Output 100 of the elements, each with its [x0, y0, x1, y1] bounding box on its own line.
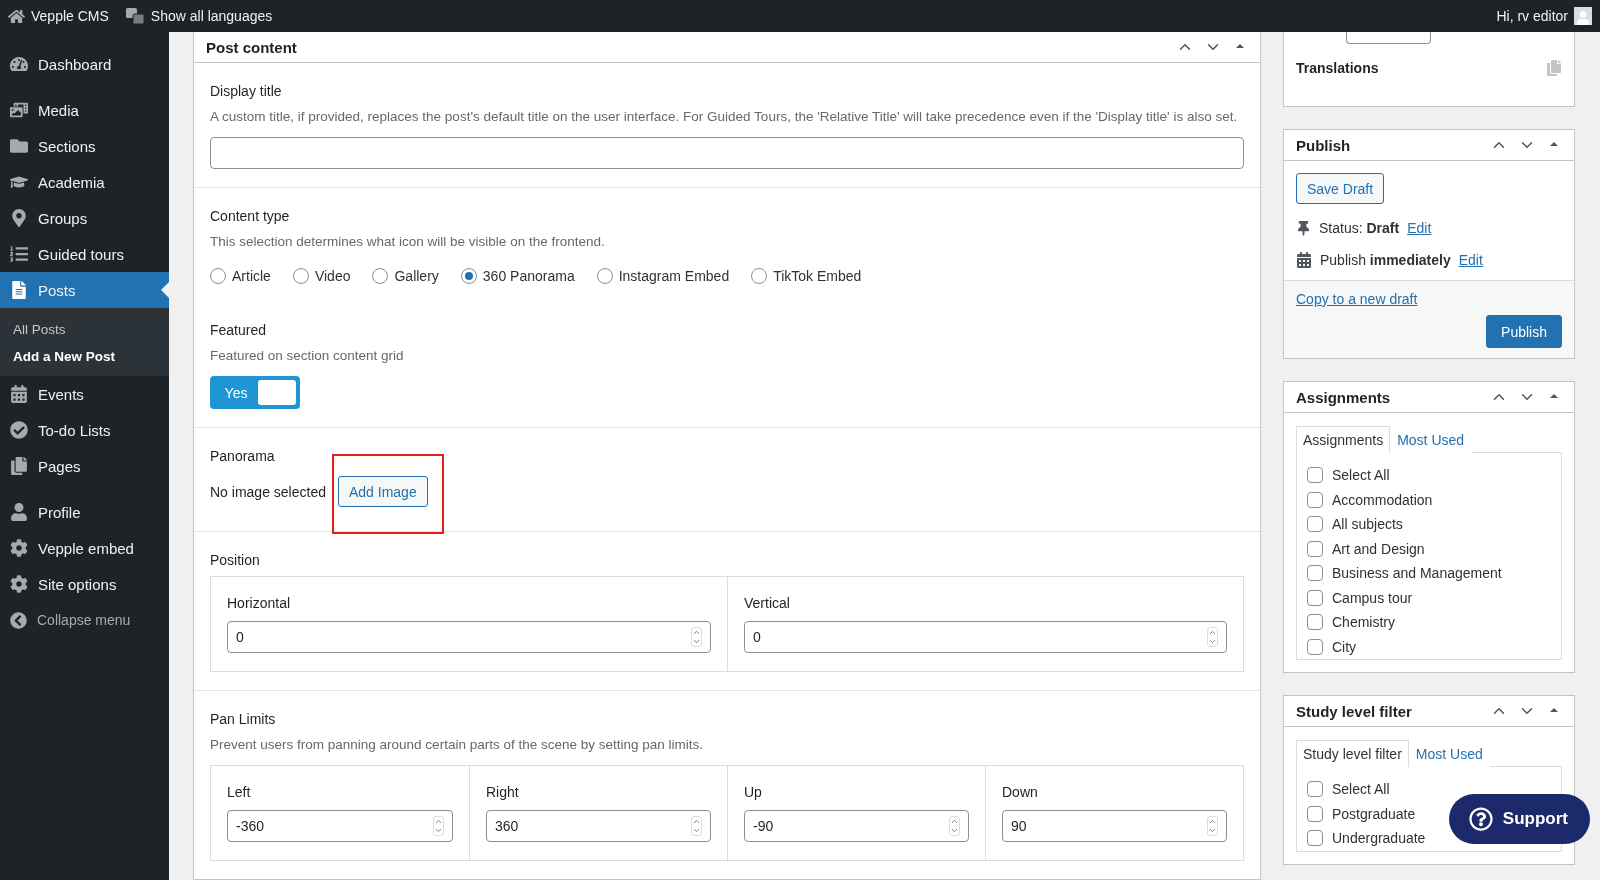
number-field[interactable]: -90	[744, 810, 969, 842]
translate-icon[interactable]	[124, 7, 145, 25]
menu-item[interactable]: Media	[0, 92, 169, 128]
folder-icon	[10, 137, 28, 155]
spinner-icon[interactable]	[691, 816, 702, 836]
calendar-icon	[1296, 252, 1312, 268]
number-field[interactable]: -360	[227, 810, 453, 842]
number-field[interactable]: 90	[1002, 810, 1227, 842]
checkbox[interactable]	[1307, 805, 1323, 822]
menu-item[interactable]: Posts	[0, 272, 169, 308]
checkbox-label: All subjects	[1332, 516, 1403, 533]
menu-item[interactable]: Pages	[0, 448, 169, 484]
languages-link[interactable]: Show all languages	[150, 8, 273, 24]
spinner-icon[interactable]	[949, 816, 960, 836]
translations-label: Translations	[1296, 60, 1379, 76]
field-label: Panorama	[210, 448, 276, 464]
support-button[interactable]: Support	[1448, 794, 1590, 844]
radio-label: Article	[232, 268, 271, 284]
help-icon	[1468, 807, 1493, 831]
menu-item[interactable]: To-do Lists	[0, 412, 169, 448]
edit-link[interactable]: Edit	[1407, 220, 1432, 236]
document-icon	[10, 281, 28, 299]
field-label: Display title	[210, 83, 283, 99]
field-description: Prevent users from panning around certain parts of the scene by setting pan limits.	[210, 736, 704, 754]
field-description: A custom title, if provided, replaces the post's default title on the user interface. For Guided Tours, the 'Relative Title' will take precedence even if the 'Display title' is also set.	[210, 108, 1239, 126]
tab[interactable]: Study level filter	[1296, 740, 1409, 767]
menu-item[interactable]: Groups	[0, 200, 169, 236]
checkbox[interactable]	[1307, 589, 1323, 606]
tab[interactable]: Assignments	[1296, 426, 1391, 453]
media-icon	[10, 101, 28, 119]
number-field[interactable]: 0	[227, 621, 711, 653]
checkbox[interactable]	[1307, 830, 1323, 847]
copy-icon[interactable]	[1546, 60, 1562, 76]
calendar-icon	[10, 385, 28, 403]
checkbox-label: Select All	[1332, 781, 1390, 798]
box-title: Post content	[206, 38, 298, 56]
menu-item[interactable]: Vepple embed	[0, 530, 169, 566]
spinner-icon[interactable]	[691, 627, 702, 647]
site-name[interactable]: Vepple CMS	[31, 8, 109, 24]
gear-icon	[10, 539, 28, 557]
field-label: Horizontal	[227, 595, 291, 611]
field-label: Content type	[210, 208, 291, 224]
checkbox-label: Campus tour	[1332, 589, 1413, 606]
field-label: Position	[210, 552, 261, 568]
menu-item[interactable]: Guided tours	[0, 236, 169, 272]
checkbox[interactable]	[1307, 491, 1323, 508]
menu-item[interactable]: Site options	[0, 566, 169, 602]
collapse-icon	[10, 611, 27, 629]
menu-item[interactable]: Events	[0, 376, 169, 412]
checkbox-label: City	[1332, 638, 1357, 655]
submenu-item[interactable]: Add a New Post	[0, 343, 169, 370]
status-text: Status: Draft	[1319, 220, 1400, 236]
gauge-icon	[10, 55, 28, 73]
checkbox[interactable]	[1307, 565, 1323, 582]
user-greeting[interactable]: Hi, rv editor	[1496, 8, 1568, 24]
display-title-input[interactable]	[210, 137, 1244, 169]
menu-item[interactable]: Sections	[0, 128, 169, 164]
box-title: Study level filter	[1296, 702, 1413, 720]
checkbox-label: Business and Management	[1332, 565, 1502, 582]
box-title: Publish	[1296, 136, 1352, 154]
checkbox[interactable]	[1307, 516, 1323, 533]
menu-item[interactable]: Profile	[0, 494, 169, 530]
field-label: Pan Limits	[210, 711, 277, 727]
checkbox-label: Accommodation	[1332, 491, 1433, 508]
spinner-icon[interactable]	[433, 816, 444, 836]
checkbox[interactable]	[1307, 467, 1323, 484]
edit-link[interactable]: Edit	[1458, 252, 1483, 268]
menu-item[interactable]: Dashboard	[0, 46, 169, 82]
checkbox-label: Art and Design	[1332, 540, 1425, 557]
checkbox[interactable]	[1307, 781, 1323, 798]
home-icon[interactable]	[8, 7, 25, 25]
checkbox[interactable]	[1307, 614, 1323, 631]
checkbox-label: Undergraduate	[1332, 830, 1426, 847]
field-label: Down	[1002, 784, 1038, 800]
radio-label: 360 Panorama	[482, 268, 575, 284]
checkbox-label: Chemistry	[1332, 614, 1395, 631]
menu-item[interactable]: Academia	[0, 164, 169, 200]
number-field[interactable]: 0	[744, 621, 1227, 653]
gear-icon	[10, 575, 28, 593]
submenu-item[interactable]: All Posts	[0, 316, 169, 343]
person-icon	[10, 503, 28, 521]
publish-button[interactable]: Publish	[1486, 315, 1562, 348]
spinner-icon[interactable]	[1207, 627, 1218, 647]
spinner-icon[interactable]	[1207, 816, 1218, 836]
collapse-menu[interactable]: Collapse menu	[0, 602, 169, 638]
number-field[interactable]: 360	[486, 810, 711, 842]
add-image-button[interactable]: Add Image	[337, 476, 428, 507]
language-select[interactable]	[1346, 32, 1431, 44]
save-draft-button[interactable]: Save Draft	[1296, 173, 1385, 204]
field-label: Up	[744, 784, 762, 800]
pages-icon	[10, 457, 28, 475]
radio-label: Instagram Embed	[618, 268, 730, 284]
box-title: Assignments	[1296, 388, 1392, 406]
checkbox[interactable]	[1307, 540, 1323, 557]
checkbox[interactable]	[1307, 638, 1323, 655]
checkbox-label: Select All	[1332, 467, 1390, 484]
pin-icon	[1296, 220, 1311, 236]
copy-draft-link[interactable]: Copy to a new draft	[1296, 291, 1418, 307]
field-description: Featured on section content grid	[210, 347, 405, 365]
field-description: This selection determines what icon will be visible on the frontend.	[210, 233, 606, 251]
